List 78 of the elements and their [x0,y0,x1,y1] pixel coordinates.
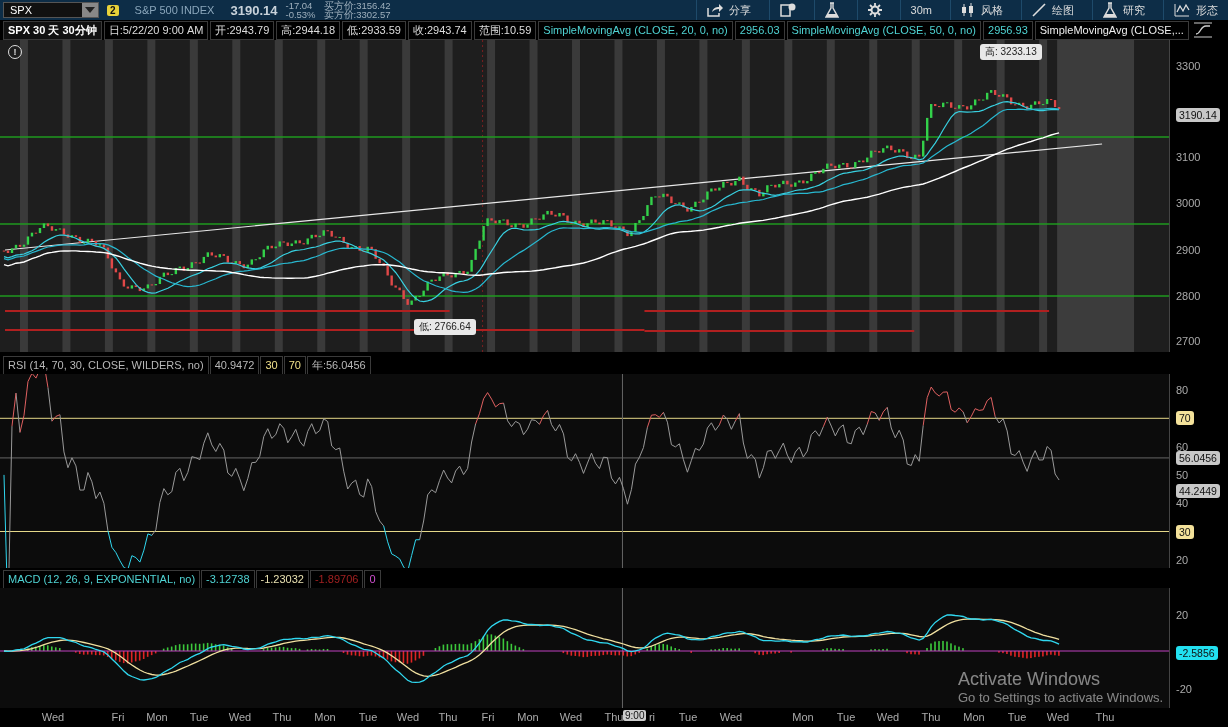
axis-label: Wed [876,711,900,723]
axis-label: Thu [1095,711,1115,723]
axis-label: Wed [396,711,420,723]
watermark-title: Activate Windows [958,668,1101,690]
axis-label: 50 [1176,467,1189,482]
axis-label: Mon [792,711,814,723]
axis-label: Fri [481,711,495,723]
axis-label: Thu [604,711,624,723]
axis-label: Tue [836,711,856,723]
high-label: 高: 3233.13 [980,44,1042,60]
study-label: 开:2943.79 [210,20,275,40]
axis-label: Tue [1007,711,1027,723]
study-label: SimpleMovingAvg (CLOSE, 20, 0, no) [538,20,733,40]
axis-label: 20 [1176,552,1189,567]
axis-label: 3100 [1176,150,1201,164]
axis-label: Mon [314,711,336,723]
candlestick-icon [961,3,975,17]
axis-label: Mon [517,711,539,723]
study-label: 低:2933.59 [342,20,406,40]
axis-label: ri [648,711,656,723]
axis-label: 2700 [1176,334,1201,348]
net-change: -17.04 [285,0,314,10]
axis-label: 20 [1176,608,1189,622]
study-label: 2956.93 [983,20,1033,40]
bid-price: 买方价:3156.42 [323,0,391,10]
study-label: SPX 30 天 30分钟 [3,20,102,40]
study-label: 高:2944.18 [276,20,341,40]
axis-label: Wed [559,711,583,723]
notification-icon [779,3,796,17]
axis-label: 3300 [1176,59,1201,73]
axis-label: Wed [1046,711,1070,723]
study-label: 范围:10.59 [473,20,537,40]
axis-label: Wed [41,711,65,723]
study-label: SimpleMovingAvg (CLOSE,... [1034,20,1189,40]
value-badge: -2.5856 [1176,646,1218,660]
study-label: SimpleMovingAvg (CLOSE, 50, 0, no) [786,20,981,40]
axis-label: Fri [111,711,125,723]
flask-icon [1103,2,1117,18]
axis-label: 2800 [1176,289,1201,303]
axis-label: Tue [189,711,209,723]
curve-icon[interactable] [1192,22,1213,38]
symbol-name: S&P 500 INDEX [133,4,216,16]
ask-price: 卖方价:3302.57 [323,10,391,20]
study-label: 2956.03 [734,20,785,40]
price-badge: 3190.14 [1176,108,1220,122]
axis-label: Thu [921,711,941,723]
flask-icon [824,2,839,18]
value-badge: 70 [1176,411,1194,426]
axis-label: Mon [963,711,985,723]
dropdown-icon[interactable] [82,3,98,17]
value-badge: 30 [1176,524,1194,539]
line-tool-icon [1032,3,1046,17]
last-price: 3190.14 [230,2,278,18]
axis-label: Wed [228,711,252,723]
axis-label: Wed [719,711,743,723]
percent-change: -0.53% [285,10,316,20]
pattern-icon [1174,3,1190,17]
axis-label: Tue [678,711,698,723]
settings-icon [867,3,882,17]
watermark-hint: Go to Settings to activate Windows. [958,690,1164,706]
axis-label: 40 [1176,496,1189,511]
axis-label: 3000 [1176,196,1201,210]
study-label: 收:2943.74 [407,20,472,40]
axis-label: Thu [272,711,292,723]
axis-label: -20 [1176,682,1192,696]
value-badge: 56.0456 [1176,450,1220,465]
link-badge[interactable]: 2 [107,4,119,16]
symbol-field[interactable]: SPX [3,2,99,18]
axis-label: Mon [146,711,168,723]
axis-label: Thu [438,711,458,723]
axis-label: 2900 [1176,243,1201,257]
cursor-time-badge: 9:00 [623,710,647,721]
share-icon [706,3,723,17]
axis-label: 80 [1176,383,1189,397]
value-badge: 44.2449 [1176,484,1220,499]
study-label: 日:5/22/20 9:00 AM [103,20,209,40]
axis-label: Tue [358,711,378,723]
low-label: 低: 2766.64 [414,319,476,335]
